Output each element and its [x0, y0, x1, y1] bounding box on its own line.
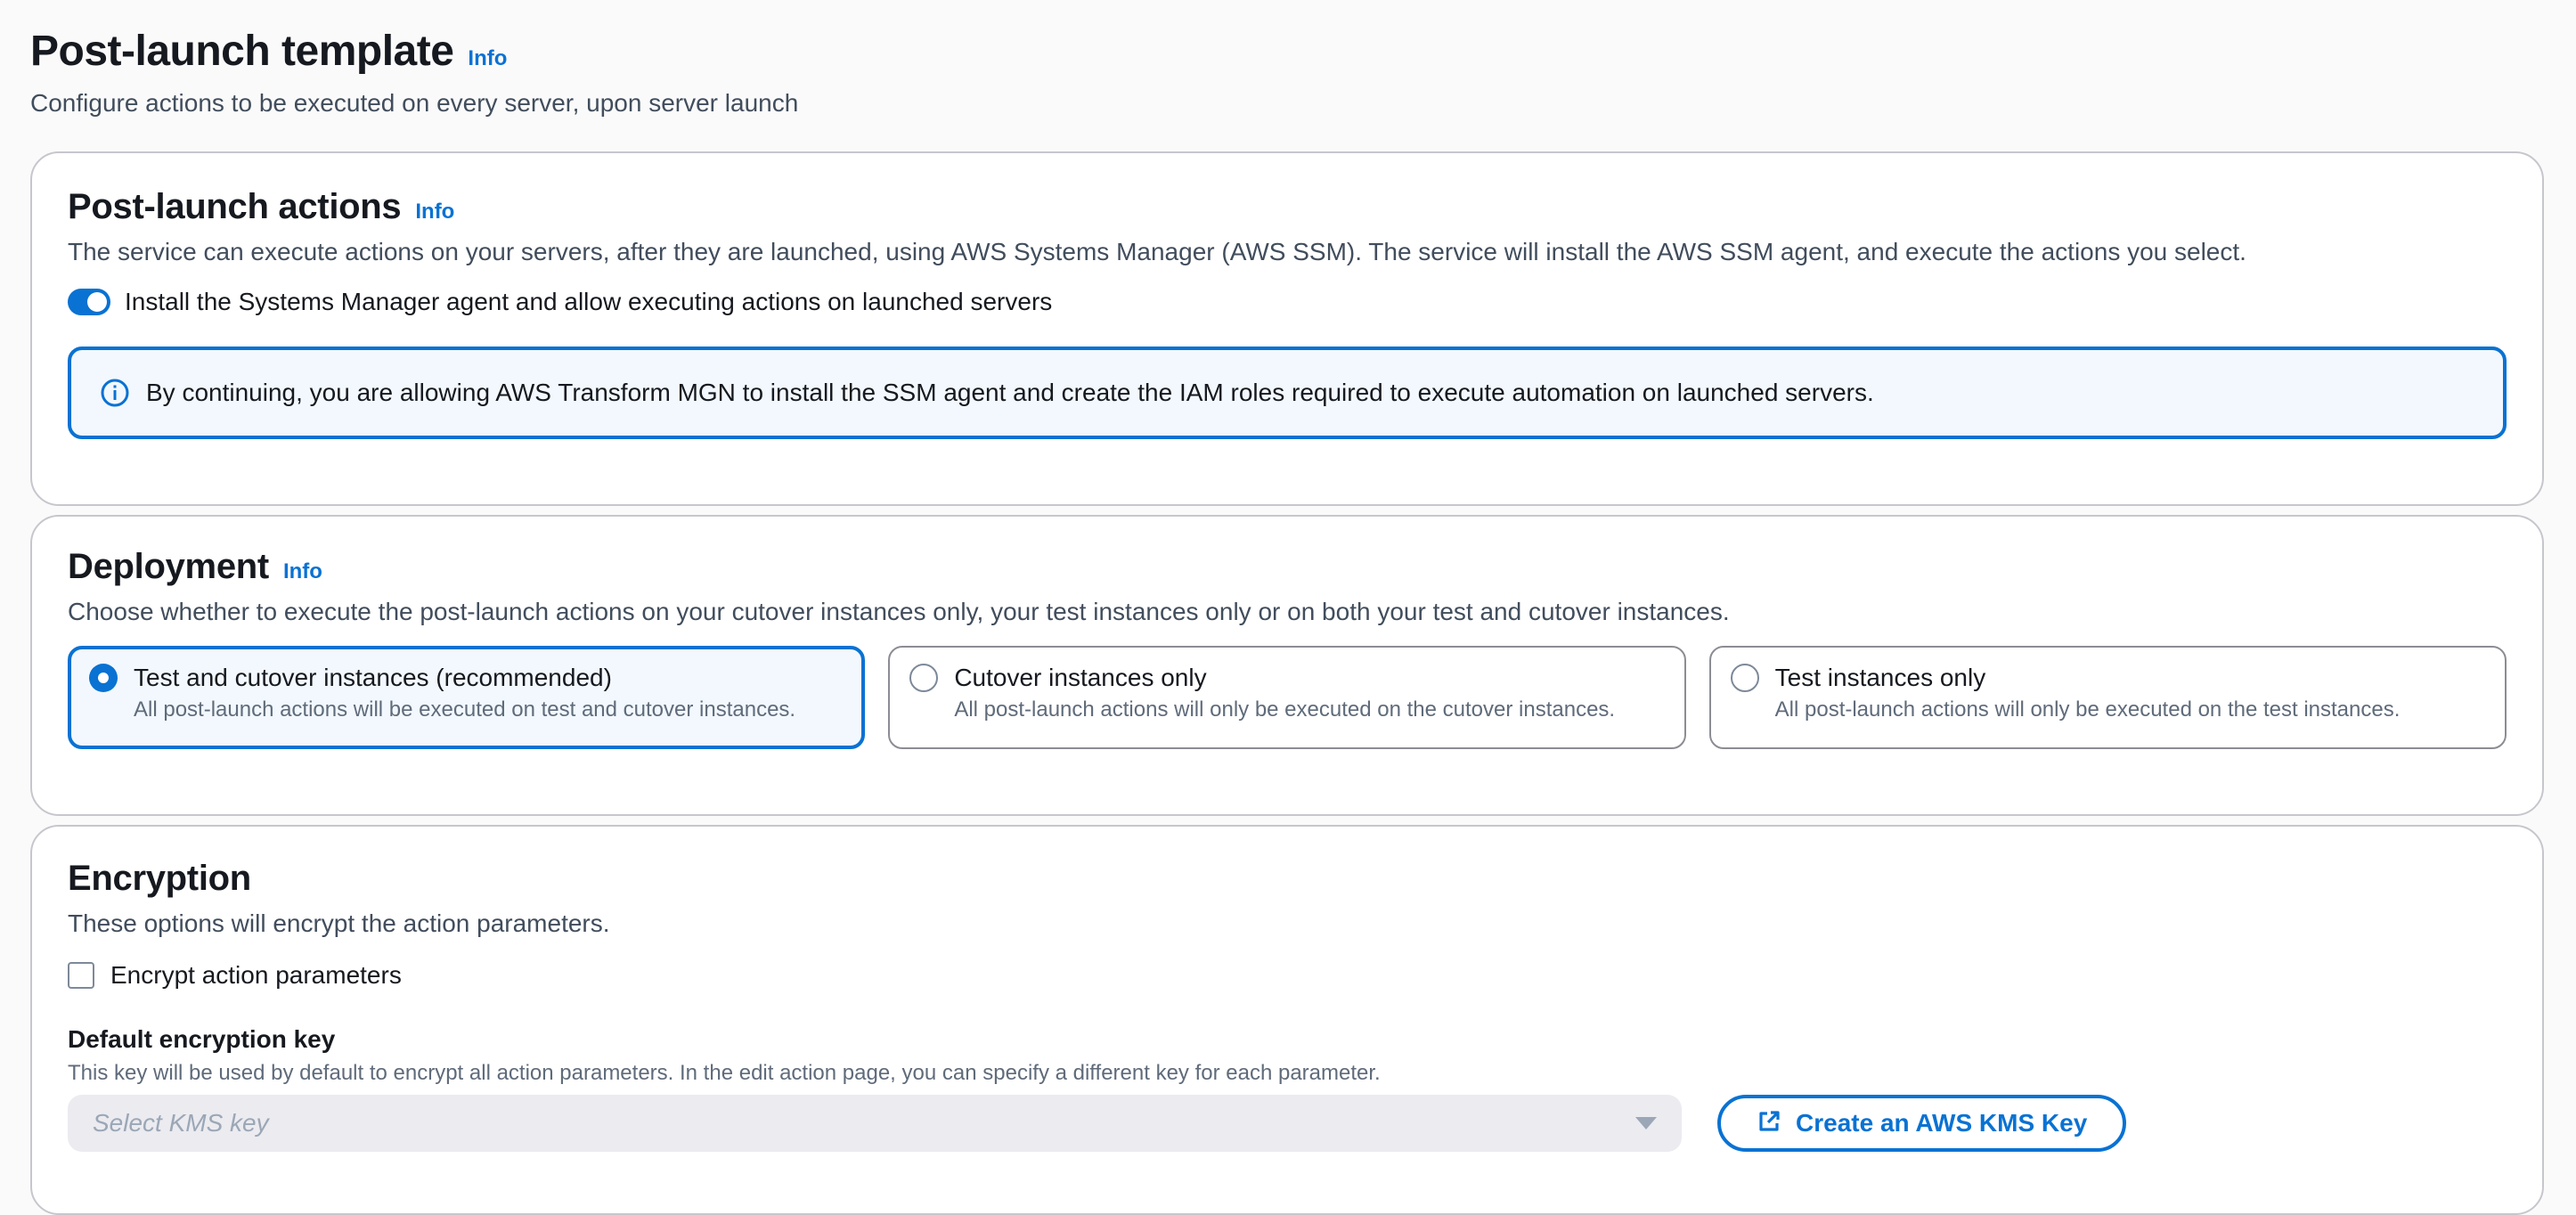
caret-down-icon: [1635, 1117, 1657, 1129]
encrypt-params-label: Encrypt action parameters: [110, 961, 402, 989]
radio-test-only[interactable]: [1730, 664, 1759, 692]
create-kms-key-button[interactable]: Create an AWS KMS Key: [1717, 1095, 2127, 1152]
tile-description: All post-launch actions will only be exe…: [954, 697, 1616, 722]
deployment-container: Deployment Info Choose whether to execut…: [30, 515, 2544, 816]
post-launch-actions-title: Post-launch actions: [68, 187, 402, 226]
ssm-agent-toggle-label: Install the Systems Manager agent and al…: [125, 288, 1053, 315]
post-launch-actions-info-link[interactable]: Info: [415, 200, 454, 224]
info-circle-icon: [100, 378, 130, 408]
page: Post-launch template Info Configure acti…: [30, 27, 2544, 1215]
deployment-title: Deployment: [68, 547, 269, 586]
tile-title: Cutover instances only: [954, 664, 1207, 691]
ssm-agent-toggle-row[interactable]: Install the Systems Manager agent and al…: [68, 288, 2507, 316]
tile-description: All post-launch actions will be executed…: [134, 697, 796, 722]
page-header: Post-launch template Info: [30, 27, 2544, 82]
tile-description: All post-launch actions will only be exe…: [1774, 697, 2401, 722]
post-launch-actions-container: Post-launch actions Info The service can…: [30, 151, 2544, 506]
encrypt-params-checkbox[interactable]: [68, 962, 94, 989]
tile-title: Test instances only: [1774, 664, 1986, 691]
tile-test-and-cutover[interactable]: Test and cutover instances (recommended)…: [68, 646, 866, 749]
deployment-info-link[interactable]: Info: [283, 559, 322, 584]
tile-title: Test and cutover instances (recommended): [134, 664, 612, 691]
ssm-agent-toggle[interactable]: [68, 289, 110, 315]
deployment-description: Choose whether to execute the post-launc…: [68, 598, 1730, 625]
page-title: Post-launch template: [30, 28, 454, 75]
page-info-link[interactable]: Info: [468, 46, 507, 71]
info-alert: By continuing, you are allowing AWS Tran…: [68, 347, 2507, 439]
radio-cutover-only[interactable]: [909, 664, 939, 692]
create-kms-key-button-label: Create an AWS KMS Key: [1796, 1109, 2088, 1137]
default-key-description: This key will be used by default to encr…: [68, 1061, 1381, 1085]
post-launch-actions-description: The service can execute actions on your …: [68, 238, 2246, 265]
page-description: Configure actions to be executed on ever…: [30, 89, 799, 117]
encryption-container: Encryption These options will encrypt th…: [30, 825, 2544, 1215]
external-link-icon: [1757, 1109, 1781, 1138]
radio-test-and-cutover[interactable]: [89, 664, 118, 692]
deployment-tiles: Test and cutover instances (recommended)…: [68, 646, 2507, 749]
info-alert-text: By continuing, you are allowing AWS Tran…: [146, 379, 1874, 406]
kms-key-select-placeholder: Select KMS key: [93, 1109, 269, 1137]
encryption-title: Encryption: [68, 859, 251, 898]
kms-key-select[interactable]: Select KMS key: [68, 1095, 1682, 1152]
tile-test-only[interactable]: Test instances only All post-launch acti…: [1708, 646, 2507, 749]
encrypt-params-row[interactable]: Encrypt action parameters: [68, 961, 2507, 990]
default-key-label: Default encryption key: [68, 1025, 336, 1053]
encryption-description: These options will encrypt the action pa…: [68, 909, 610, 937]
tile-cutover-only[interactable]: Cutover instances only All post-launch a…: [888, 646, 1686, 749]
